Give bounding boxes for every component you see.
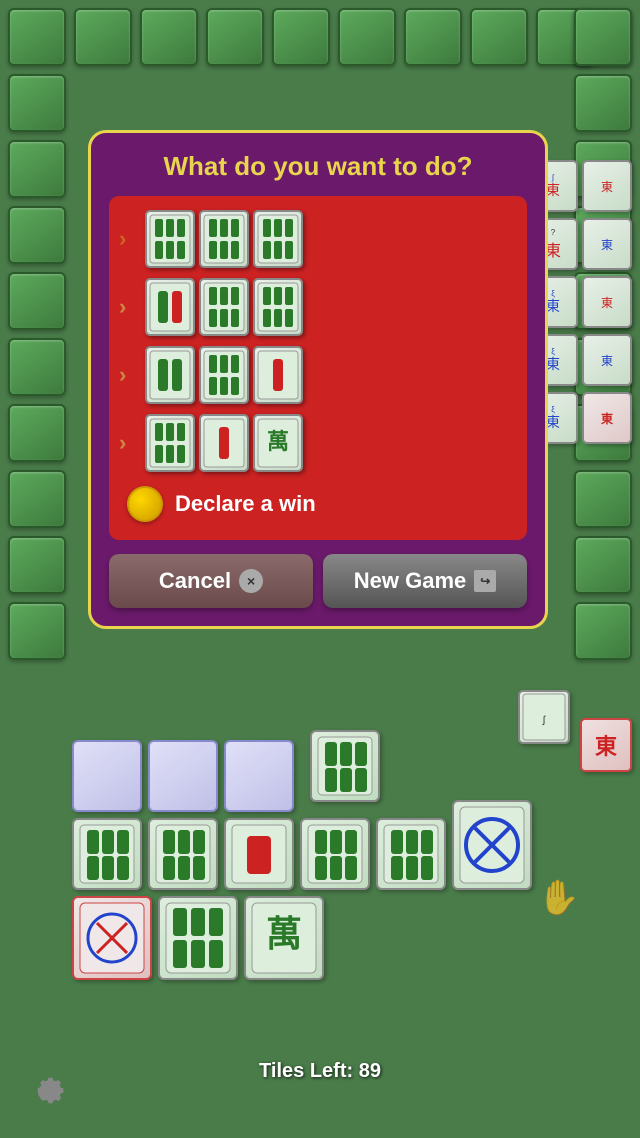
side-tile: 東 xyxy=(582,334,632,386)
game-tile[interactable] xyxy=(148,818,218,890)
declare-win-section[interactable]: Declare a win xyxy=(119,482,517,526)
game-tile[interactable] xyxy=(300,818,370,890)
mahjong-tile xyxy=(145,346,195,404)
border-tile xyxy=(74,8,132,66)
game-tile[interactable] xyxy=(224,818,294,890)
tile-row-1: › xyxy=(119,210,517,268)
cancel-icon: × xyxy=(239,569,263,593)
mahjong-tile xyxy=(199,346,249,404)
game-tile[interactable] xyxy=(158,896,238,980)
mahjong-tile: 萬 xyxy=(253,414,303,472)
border-tile xyxy=(574,470,632,528)
border-tile xyxy=(8,272,66,330)
east-tile: 東 xyxy=(580,718,632,772)
border-tile xyxy=(8,602,66,660)
mahjong-tile xyxy=(199,278,249,336)
side-tile-special: 東 xyxy=(582,392,632,444)
game-tile[interactable] xyxy=(310,730,380,802)
game-tile[interactable]: 萬 xyxy=(244,896,324,980)
blue-tile[interactable] xyxy=(148,740,218,812)
mahjong-tile xyxy=(145,414,195,472)
border-tile xyxy=(272,8,330,66)
border-tile xyxy=(574,536,632,594)
mahjong-tile xyxy=(145,210,195,268)
special-tile[interactable] xyxy=(452,800,532,890)
cancel-label: Cancel xyxy=(159,568,231,594)
cancel-button[interactable]: Cancel × xyxy=(109,554,313,608)
new-game-icon: ↪ xyxy=(474,570,496,592)
new-game-button[interactable]: New Game ↪ xyxy=(323,554,527,608)
side-tile: 東 xyxy=(582,218,632,270)
border-tile xyxy=(470,8,528,66)
row-arrow: › xyxy=(119,294,137,320)
dialog-buttons: Cancel × New Game ↪ xyxy=(109,554,527,608)
border-tile xyxy=(8,536,66,594)
game-tile[interactable] xyxy=(376,818,446,890)
special-tile-red[interactable] xyxy=(72,896,152,980)
new-game-label: New Game xyxy=(354,568,467,594)
border-tile xyxy=(574,602,632,660)
side-tile: 東 xyxy=(582,276,632,328)
svg-text:萬: 萬 xyxy=(266,913,302,954)
game-tile[interactable] xyxy=(72,818,142,890)
mahjong-tile xyxy=(145,278,195,336)
gold-coin-icon xyxy=(127,486,163,522)
border-tile xyxy=(8,206,66,264)
border-tile xyxy=(206,8,264,66)
floating-tile: ∫ xyxy=(518,690,570,744)
row-arrow: › xyxy=(119,226,137,252)
side-tile: 東 xyxy=(582,160,632,212)
border-tile xyxy=(574,74,632,132)
border-tile xyxy=(404,8,462,66)
blue-tile[interactable] xyxy=(72,740,142,812)
border-tile xyxy=(574,8,632,66)
border-tile xyxy=(8,338,66,396)
border-tile xyxy=(8,140,66,198)
mahjong-tile xyxy=(199,210,249,268)
border-tile xyxy=(140,8,198,66)
border-tile xyxy=(338,8,396,66)
dialog-title: What do you want to do? xyxy=(109,151,527,182)
mahjong-tile xyxy=(253,278,303,336)
dialog-content: › xyxy=(109,196,527,540)
tile-row-3: › xyxy=(119,346,517,404)
tile-row-2: › xyxy=(119,278,517,336)
gear-icon[interactable] xyxy=(26,1072,66,1112)
dialog: What do you want to do? › xyxy=(88,130,548,629)
tiles-left-label: Tiles Left: 89 xyxy=(259,1060,381,1083)
border-tile xyxy=(8,470,66,528)
hand-cursor-icon: ✋ xyxy=(538,878,580,918)
declare-win-label: Declare a win xyxy=(175,491,316,517)
svg-text:萬: 萬 xyxy=(267,429,289,454)
mahjong-tile xyxy=(253,210,303,268)
border-tile xyxy=(8,404,66,462)
row-arrow: › xyxy=(119,430,137,456)
border-tile xyxy=(8,74,66,132)
tile-row-4: › xyxy=(119,414,517,472)
border-tile xyxy=(8,8,66,66)
mahjong-tile xyxy=(199,414,249,472)
mahjong-tile xyxy=(253,346,303,404)
blue-tile[interactable] xyxy=(224,740,294,812)
row-arrow: › xyxy=(119,362,137,388)
